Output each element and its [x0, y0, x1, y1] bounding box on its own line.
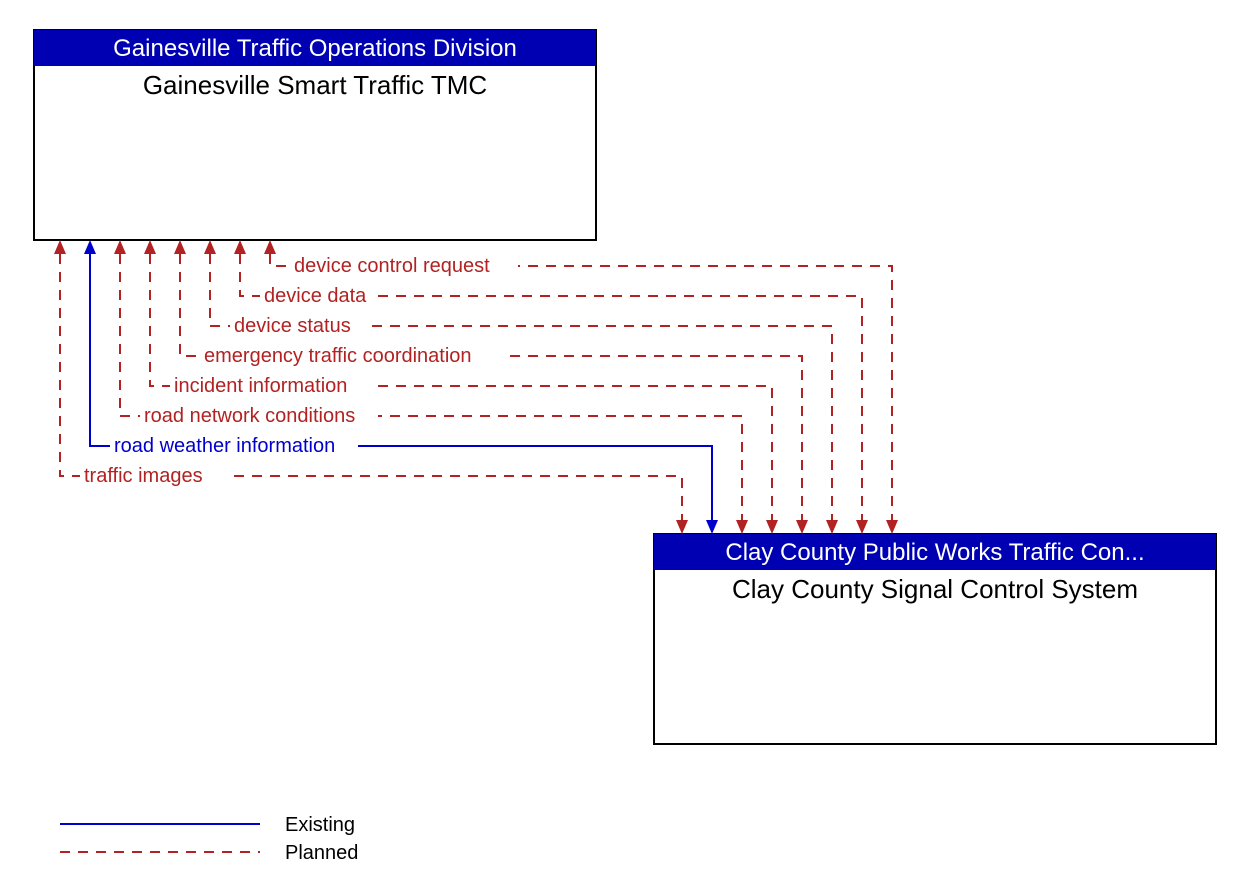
- arrowhead-up-icon: [114, 240, 126, 254]
- node-b-body: Clay County Signal Control System: [732, 574, 1138, 604]
- arrowhead-down-icon: [736, 520, 748, 534]
- arrowhead-up-icon: [144, 240, 156, 254]
- legend: Existing Planned: [60, 814, 358, 864]
- arrowhead-up-icon: [174, 240, 186, 254]
- flow-lines: device control request device data device …: [54, 240, 898, 534]
- arrowhead-down-icon: [706, 520, 718, 534]
- node-a-header: Gainesville Traffic Operations Division: [113, 35, 517, 62]
- flow-label: road network conditions: [144, 405, 355, 427]
- node-clay-county-signal: Clay County Public Works Traffic Con... …: [654, 534, 1216, 744]
- arrowhead-up-icon: [84, 240, 96, 254]
- node-a-body: Gainesville Smart Traffic TMC: [143, 70, 487, 100]
- flow-label: device control request: [294, 255, 490, 277]
- arrowhead-up-icon: [264, 240, 276, 254]
- arrowhead-up-icon: [234, 240, 246, 254]
- legend-planned-label: Planned: [285, 842, 358, 864]
- node-b-header: Clay County Public Works Traffic Con...: [725, 539, 1144, 566]
- flow-label: emergency traffic coordination: [204, 345, 472, 367]
- arrowhead-down-icon: [886, 520, 898, 534]
- arrowhead-down-icon: [856, 520, 868, 534]
- arrowhead-up-icon: [204, 240, 216, 254]
- legend-existing-label: Existing: [285, 814, 355, 836]
- node-gainesville-tmc: Gainesville Traffic Operations Division …: [34, 30, 596, 240]
- arrowhead-down-icon: [766, 520, 778, 534]
- flow-label: traffic images: [84, 465, 203, 487]
- flow-label: device data: [264, 285, 367, 307]
- arrowhead-down-icon: [676, 520, 688, 534]
- arrowhead-down-icon: [826, 520, 838, 534]
- flow-label: road weather information: [114, 435, 335, 457]
- arrowhead-up-icon: [54, 240, 66, 254]
- arrowhead-down-icon: [796, 520, 808, 534]
- architecture-diagram: Gainesville Traffic Operations Division …: [0, 0, 1252, 896]
- flow-label: incident information: [174, 375, 347, 397]
- flow-label: device status: [234, 315, 351, 337]
